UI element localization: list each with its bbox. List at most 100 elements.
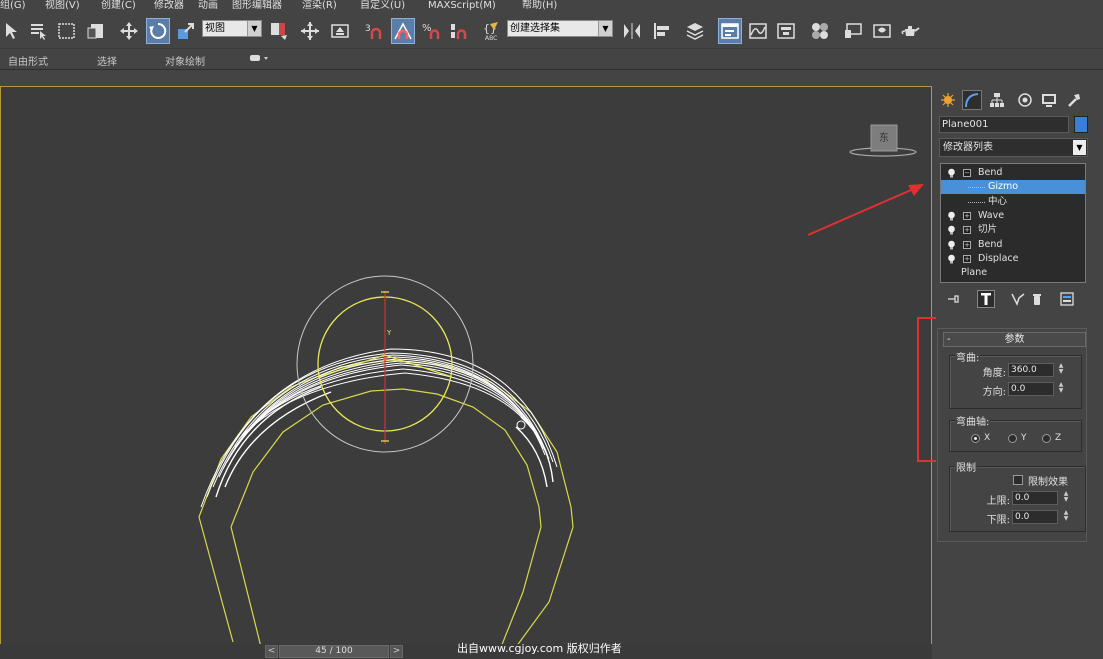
align-icon[interactable] xyxy=(650,18,674,44)
modifier-toggle-bulb-icon[interactable] xyxy=(947,254,956,264)
modifier-stack-item[interactable]: 中心 xyxy=(941,195,1085,209)
make-unique-icon[interactable] xyxy=(1009,290,1027,308)
modifier-toggle-bulb-icon[interactable] xyxy=(947,168,956,178)
rotate-icon[interactable] xyxy=(146,18,170,44)
modifier-toggle-bulb-icon[interactable] xyxy=(947,211,956,221)
menu-view[interactable]: 视图(V) xyxy=(45,0,80,12)
parameters-title: 参数 xyxy=(1004,334,1025,345)
spinner-snap-icon[interactable] xyxy=(447,18,471,44)
modify-tab-icon[interactable] xyxy=(962,90,982,110)
time-slider[interactable]: 45 / 100 xyxy=(279,645,389,658)
render-teapot-icon[interactable] xyxy=(898,18,922,44)
upper-limit-arrows[interactable]: ▲ ▼ xyxy=(1062,491,1070,505)
rendered-frame-icon[interactable] xyxy=(870,18,894,44)
menu-customize[interactable]: 自定义(U) xyxy=(360,0,405,12)
configure-modifier-sets-icon[interactable] xyxy=(1058,290,1076,308)
select-manipulate-icon[interactable] xyxy=(298,18,322,44)
object-name-field[interactable]: Plane001 xyxy=(939,116,1069,133)
limit-effect-checkbox[interactable] xyxy=(1013,475,1023,485)
pivot-center-icon[interactable] xyxy=(267,18,291,44)
angle-snap-icon[interactable] xyxy=(391,18,415,44)
menu-maxscript[interactable]: MAXScript(M) xyxy=(428,0,496,12)
display-tab-icon[interactable] xyxy=(1039,90,1059,110)
viewport-scene: 东 Y xyxy=(198,124,917,645)
layer-manager-icon[interactable] xyxy=(683,18,707,44)
percent-snap-icon[interactable]: % xyxy=(420,18,444,44)
scene-explorer-icon[interactable] xyxy=(718,18,742,44)
lower-limit-arrows[interactable]: ▲ ▼ xyxy=(1062,510,1070,524)
rectangular-selection-icon[interactable] xyxy=(55,18,79,44)
utilities-tab-icon[interactable] xyxy=(1064,90,1084,110)
move-icon[interactable] xyxy=(117,18,141,44)
snap-toggle-icon[interactable]: 3 xyxy=(362,18,386,44)
perspective-viewport[interactable]: 东 Y xyxy=(0,86,932,646)
rollout-collapse-toggle[interactable]: - xyxy=(947,333,951,346)
ribbon-tab-object-paint[interactable]: 对象绘制 xyxy=(165,53,205,68)
render-setup-icon[interactable] xyxy=(841,18,865,44)
expand-icon[interactable]: + xyxy=(963,211,971,220)
modifier-list-dropdown[interactable]: 修改器列表 ▼ xyxy=(939,138,1088,157)
annotation-arrow xyxy=(807,184,924,236)
named-selection-set-select[interactable]: 创建选择集 ▼ xyxy=(507,20,613,37)
material-editor-icon[interactable] xyxy=(808,18,832,44)
expand-icon[interactable]: + xyxy=(963,226,971,235)
modifier-stack-item[interactable]: − Bend xyxy=(941,166,1085,180)
keyboard-shortcut-icon[interactable] xyxy=(328,18,352,44)
direction-spinner-arrows[interactable]: ▲ ▼ xyxy=(1057,382,1065,396)
modifier-stack-item[interactable]: Gizmo xyxy=(941,180,1085,195)
axis-y-radio[interactable] xyxy=(1008,434,1017,443)
window-crossing-icon[interactable] xyxy=(84,18,108,44)
time-next-button[interactable]: > xyxy=(390,645,403,658)
collapse-icon[interactable]: − xyxy=(963,169,971,177)
curve-editor-icon[interactable] xyxy=(746,18,770,44)
scale-icon[interactable] xyxy=(174,18,198,44)
svg-text:3: 3 xyxy=(365,24,371,34)
viewcube[interactable]: 东 xyxy=(849,124,917,157)
ribbon-options-icon[interactable] xyxy=(249,52,271,67)
select-by-name-icon[interactable] xyxy=(26,18,50,44)
menu-graph-editors[interactable]: 图形编辑器 xyxy=(232,0,282,12)
direction-spinner-field[interactable]: 0.0 xyxy=(1008,382,1054,396)
object-color-swatch[interactable] xyxy=(1074,116,1088,133)
create-tab-icon[interactable] xyxy=(938,90,958,110)
expand-icon[interactable]: + xyxy=(963,240,971,249)
axis-z-radio[interactable] xyxy=(1042,434,1051,443)
menu-modifiers[interactable]: 修改器 xyxy=(154,0,184,12)
pin-stack-icon[interactable] xyxy=(945,290,963,308)
edit-named-selection-icon[interactable]: {} ABC xyxy=(480,18,504,44)
bend-group-label: 弯曲: xyxy=(955,349,981,364)
modifier-stack-item[interactable]: + 切片 xyxy=(941,223,1085,237)
command-strip xyxy=(0,71,1103,87)
motion-tab-icon[interactable] xyxy=(1015,90,1035,110)
angle-spinner-arrows[interactable]: ▲ ▼ xyxy=(1057,363,1065,377)
upper-limit-field[interactable]: 0.0 xyxy=(1012,491,1058,505)
parameters-rollout: - 参数 弯曲: 角度: 360.0 ▲ ▼ 方向: 0.0 ▲ ▼ 弯曲轴: X … xyxy=(937,328,1087,542)
hierarchy-tab-icon[interactable] xyxy=(987,90,1007,110)
select-object-icon[interactable] xyxy=(0,18,24,44)
menu-rendering[interactable]: 渲染(R) xyxy=(302,0,337,12)
schematic-view-icon[interactable] xyxy=(774,18,798,44)
parameters-rollout-header[interactable]: - 参数 xyxy=(943,332,1086,347)
menu-group[interactable]: 组(G) xyxy=(0,0,26,12)
expand-icon[interactable]: + xyxy=(963,254,971,263)
modifier-stack-item[interactable]: + Bend xyxy=(941,238,1085,252)
modifier-stack-item[interactable]: Plane xyxy=(941,266,1085,280)
axis-x-radio[interactable] xyxy=(971,434,980,443)
menu-create[interactable]: 创建(C) xyxy=(101,0,136,12)
remove-modifier-icon[interactable] xyxy=(1028,290,1046,308)
menu-animation[interactable]: 动画 xyxy=(198,0,218,12)
modifier-stack-item[interactable]: + Displace xyxy=(941,252,1085,266)
lower-limit-field[interactable]: 0.0 xyxy=(1012,510,1058,524)
mirror-icon[interactable] xyxy=(620,18,644,44)
ribbon-tab-freeform[interactable]: 自由形式 xyxy=(8,53,48,68)
ribbon-tab-selection[interactable]: 选择 xyxy=(97,53,117,68)
modifier-stack-item[interactable]: + Wave xyxy=(941,209,1085,223)
modifier-toggle-bulb-icon[interactable] xyxy=(947,240,956,250)
modifier-toggle-bulb-icon[interactable] xyxy=(947,225,956,235)
modifier-stack-item-label: Wave xyxy=(978,209,1005,221)
time-prev-button[interactable]: < xyxy=(265,645,278,658)
angle-spinner-field[interactable]: 360.0 xyxy=(1008,363,1054,377)
show-end-result-icon[interactable] xyxy=(977,290,995,308)
reference-coordinate-select[interactable]: 视图 ▼ xyxy=(202,20,262,37)
menu-help[interactable]: 帮助(H) xyxy=(522,0,557,12)
